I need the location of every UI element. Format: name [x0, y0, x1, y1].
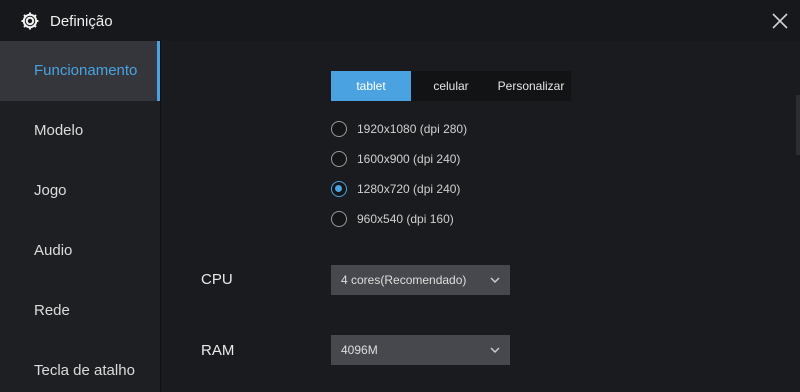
sidebar-item-jogo[interactable]: Jogo [0, 161, 160, 221]
resolution-label: 1920x1080 (dpi 280) [357, 122, 468, 136]
resolution-label: 960x540 (dpi 160) [357, 212, 454, 226]
radio-button[interactable] [331, 121, 347, 137]
sidebar-item-label: Jogo [34, 182, 67, 199]
sidebar-item-label: Modelo [34, 122, 84, 139]
ram-select[interactable]: 4096M [331, 335, 510, 365]
chevron-down-icon [490, 347, 500, 353]
radio-button-selected[interactable] [331, 181, 347, 197]
cpu-select[interactable]: 4 cores(Recomendado) [331, 265, 510, 295]
radio-button[interactable] [331, 211, 347, 227]
sidebar-item-label: Tecla de atalho [34, 362, 135, 379]
resolution-label: 1280x720 (dpi 240) [357, 182, 461, 196]
window-title: Definição [50, 13, 113, 30]
gear-icon [21, 12, 39, 30]
tab-personalizar[interactable]: Personalizar [491, 71, 571, 101]
sidebar-item-funcionamento[interactable]: Funcionamento [0, 41, 160, 101]
settings-panel: tablet celular Personalizar 1920x1080 (d… [161, 41, 800, 392]
sidebar-item-label: Rede [34, 302, 70, 319]
radio-button[interactable] [331, 151, 347, 167]
tab-celular[interactable]: celular [411, 71, 491, 101]
title-bar: Definição [0, 0, 800, 41]
close-icon[interactable] [768, 9, 792, 33]
sidebar-item-audio[interactable]: Audio [0, 221, 160, 281]
resolution-label: 1600x900 (dpi 240) [357, 152, 461, 166]
ram-label: RAM [201, 342, 235, 359]
active-indicator [157, 41, 160, 101]
cpu-select-value: 4 cores(Recomendado) [341, 273, 467, 287]
sidebar-item-rede[interactable]: Rede [0, 281, 160, 341]
device-type-tabs: tablet celular Personalizar [331, 71, 571, 101]
sidebar-item-label: Funcionamento [34, 62, 138, 79]
sidebar-item-tecla-de-atalho[interactable]: Tecla de atalho [0, 341, 160, 392]
scrollbar[interactable] [796, 95, 800, 155]
sidebar-item-modelo[interactable]: Modelo [0, 101, 160, 161]
chevron-down-icon [490, 277, 500, 283]
sidebar-item-label: Audio [34, 242, 73, 259]
ram-select-value: 4096M [341, 343, 378, 357]
cpu-label: CPU [201, 271, 233, 288]
tab-tablet[interactable]: tablet [331, 71, 411, 101]
settings-sidebar: Funcionamento Modelo Jogo Audio Rede Tec… [0, 41, 161, 392]
